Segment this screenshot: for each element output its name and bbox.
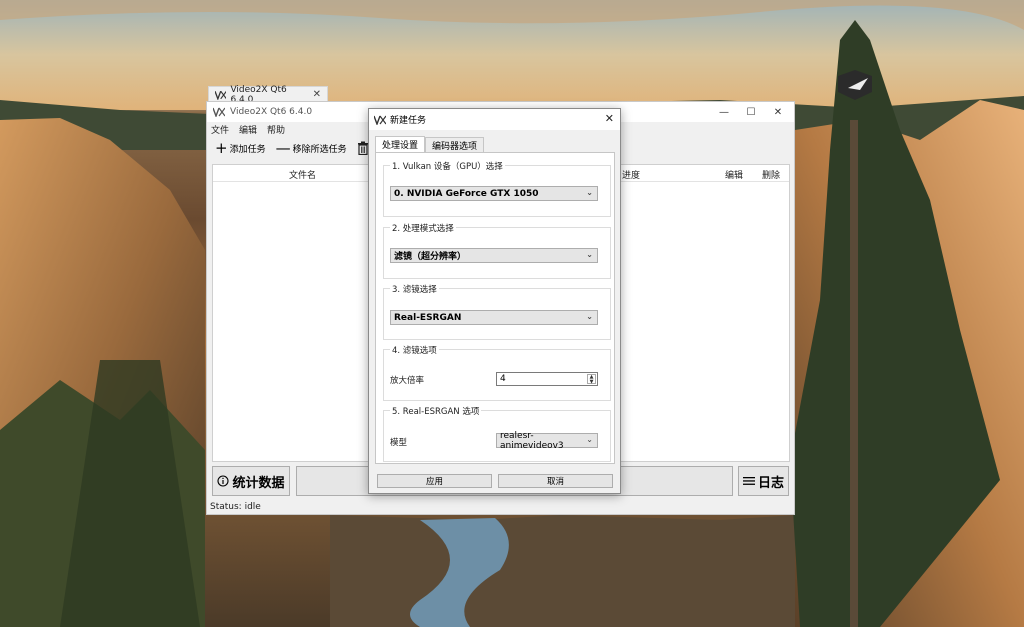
dialog-tabs: 处理设置 编码器选项 — [375, 136, 485, 152]
add-task-button[interactable]: + 添加任务 — [215, 138, 266, 157]
model-select[interactable]: realesr-animevideov3 ⌄ — [496, 430, 598, 451]
tab-encoder-options[interactable]: 编码器选项 — [425, 137, 485, 152]
plus-icon: + — [215, 138, 228, 157]
tab-processing-settings[interactable]: 处理设置 — [375, 136, 426, 152]
video2x-logo-icon — [213, 107, 225, 117]
chevron-down-icon: ⌄ — [586, 435, 593, 444]
log-button[interactable]: 日志 — [738, 466, 789, 496]
realesrgan-options-group: 5. Real-ESRGAN 选项 模型 realesr-animevideov… — [383, 405, 611, 462]
dialog-close-icon[interactable]: ✕ — [605, 112, 614, 125]
processing-mode-group-title: 2. 处理模式选择 — [390, 222, 456, 234]
processing-mode-value: 滤镜（超分辨率） — [394, 252, 467, 262]
chevron-down-icon: ⌄ — [586, 250, 593, 259]
cancel-button[interactable]: 取消 — [498, 474, 613, 488]
maximize-button[interactable]: ☐ — [738, 102, 764, 122]
column-progress[interactable]: 进度 — [622, 168, 640, 181]
processing-mode-select[interactable]: 滤镜（超分辨率） ⌄ — [390, 248, 598, 263]
remove-selected-label: 移除所选任务 — [292, 144, 347, 155]
processing-mode-group: 2. 处理模式选择 滤镜（超分辨率） ⌄ — [383, 222, 611, 279]
main-window-title: Video2X Qt6 6.4.0 — [230, 107, 313, 117]
scale-value: 4 — [500, 374, 506, 384]
list-icon — [742, 477, 755, 485]
dialog-titlebar[interactable]: 新建任务 ✕ — [369, 109, 620, 130]
filter-group-title: 3. 滤镜选择 — [390, 283, 439, 295]
filter-options-group-title: 4. 滤镜选项 — [390, 344, 439, 356]
background-tab-close-icon[interactable]: ✕ — [313, 89, 321, 100]
close-button[interactable]: ✕ — [765, 102, 791, 122]
filter-value: Real-ESRGAN — [394, 312, 462, 323]
vulkan-device-group-title: 1. Vulkan 设备（GPU）选择 — [390, 160, 505, 172]
model-value: realesr-animevideov3 — [500, 430, 564, 451]
chevron-down-icon: ⌄ — [586, 312, 593, 321]
video2x-logo-icon — [374, 115, 386, 125]
trash-icon — [357, 141, 368, 155]
filter-options-group: 4. 滤镜选项 放大倍率 4 ▲ ▼ — [383, 344, 611, 401]
vulkan-device-group: 1. Vulkan 设备（GPU）选择 0. NVIDIA GeForce GT… — [383, 160, 611, 217]
processing-settings-panel: 1. Vulkan 设备（GPU）选择 0. NVIDIA GeForce GT… — [375, 152, 615, 464]
add-task-label: 添加任务 — [229, 144, 266, 155]
dialog-title: 新建任务 — [390, 116, 427, 126]
background-window-tab[interactable]: Video2X Qt6 6.4.0 ✕ — [208, 85, 328, 105]
vulkan-device-value: 0. NVIDIA GeForce GTX 1050 — [394, 188, 539, 199]
menu-help[interactable]: 帮助 — [267, 123, 285, 136]
vulkan-device-select[interactable]: 0. NVIDIA GeForce GTX 1050 ⌄ — [390, 186, 598, 201]
stats-label: 统计数据 — [232, 475, 285, 491]
remove-selected-button[interactable]: — 移除所选任务 — [275, 138, 347, 157]
video2x-logo-icon — [215, 90, 227, 100]
status-bar: Status: idle — [210, 502, 261, 512]
menu-file[interactable]: 文件 — [211, 123, 229, 136]
info-icon — [217, 475, 230, 487]
minimize-button[interactable]: — — [711, 102, 737, 122]
column-delete[interactable]: 删除 — [762, 168, 780, 181]
log-label: 日志 — [757, 475, 784, 491]
model-label: 模型 — [390, 438, 408, 448]
stats-button[interactable]: 统计数据 — [212, 466, 290, 496]
scale-label: 放大倍率 — [390, 376, 425, 386]
menu-edit[interactable]: 编辑 — [239, 123, 257, 136]
scale-spinbox[interactable]: 4 ▲ ▼ — [496, 372, 598, 386]
column-filename[interactable]: 文件名 — [289, 168, 316, 181]
apply-button[interactable]: 应用 — [377, 474, 492, 488]
chevron-down-icon: ⌄ — [586, 188, 593, 197]
minus-icon: — — [275, 138, 291, 157]
new-task-dialog: 新建任务 ✕ 处理设置 编码器选项 1. Vulkan 设备（GPU）选择 0.… — [368, 108, 621, 494]
spin-arrows-icon[interactable]: ▲ ▼ — [587, 374, 596, 385]
filter-group: 3. 滤镜选择 Real-ESRGAN ⌄ — [383, 283, 611, 340]
realesrgan-options-group-title: 5. Real-ESRGAN 选项 — [390, 405, 482, 417]
filter-select[interactable]: Real-ESRGAN ⌄ — [390, 310, 598, 325]
column-edit[interactable]: 编辑 — [725, 168, 743, 181]
